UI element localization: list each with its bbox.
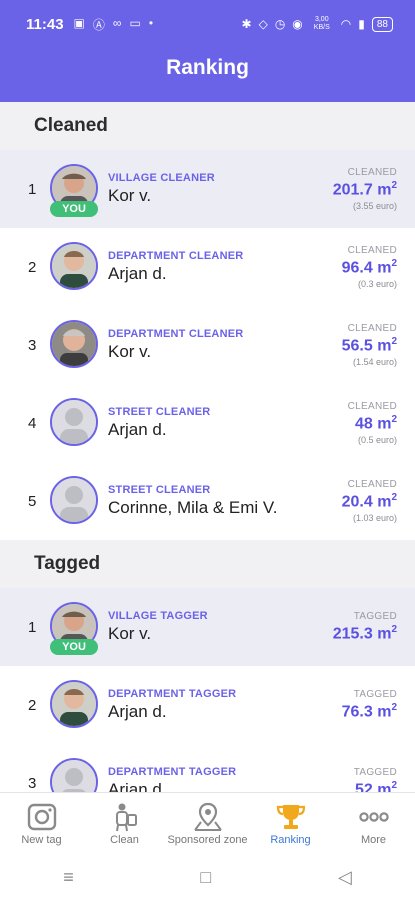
metric-label: TAGGED bbox=[353, 688, 397, 700]
metric-value: 20.4 m2 bbox=[341, 491, 397, 511]
bottom-tab-bar: New tag Clean Sponsored zone Ranking Mor… bbox=[0, 792, 415, 854]
rank-number: 2 bbox=[28, 258, 37, 276]
bluetooth-icon: ✱ bbox=[241, 17, 252, 31]
avatar bbox=[50, 758, 98, 792]
rank-number: 2 bbox=[28, 696, 37, 714]
metric-label: CLEANED bbox=[347, 478, 397, 490]
wifi-icon: ◠ bbox=[340, 17, 352, 31]
metric-euro: (0.3 euro) bbox=[357, 279, 397, 290]
rank-number: 5 bbox=[28, 492, 37, 510]
data-speed-icon: 3,00 KB/S bbox=[313, 16, 330, 31]
user-role: DEPARTMENT CLEANER bbox=[108, 328, 244, 340]
section-title-cleaned: Cleaned bbox=[0, 102, 415, 150]
tab-clean[interactable]: Clean bbox=[83, 793, 166, 854]
back-icon[interactable]: ◁ bbox=[338, 867, 352, 888]
you-badge: YOU bbox=[50, 639, 98, 655]
user-name: Arjan d. bbox=[108, 420, 167, 439]
user-role: STREET CLEANER bbox=[108, 484, 211, 496]
more-icon bbox=[358, 811, 389, 822]
metric-label: CLEANED bbox=[347, 322, 397, 334]
system-nav-bar: ≡ □ ◁ bbox=[0, 854, 415, 900]
monitor-icon: ▭ bbox=[129, 15, 141, 30]
metric-label: CLEANED bbox=[347, 166, 397, 178]
metric-label: CLEANED bbox=[347, 244, 397, 256]
tab-more[interactable]: More bbox=[332, 793, 415, 854]
rank-number: 1 bbox=[28, 180, 37, 198]
tab-new-tag[interactable]: New tag bbox=[0, 793, 83, 854]
signal-icon: ▮ bbox=[358, 17, 365, 31]
list-item[interactable]: 2 DEPARTMENT CLEANER Arjan d. CLEANED 96… bbox=[0, 228, 415, 306]
metric-label: TAGGED bbox=[353, 766, 397, 778]
user-name: Kor v. bbox=[108, 342, 152, 361]
metric-value: 76.3 m2 bbox=[341, 701, 397, 721]
battery-icon: 88 bbox=[371, 16, 393, 32]
metric-value: 201.7 m2 bbox=[332, 179, 397, 199]
user-role: DEPARTMENT TAGGER bbox=[108, 766, 237, 778]
ranking-list[interactable]: Cleaned 1 YOU VILLAGE CLEANER Kor v. CLE… bbox=[0, 102, 415, 792]
avatar bbox=[50, 242, 98, 290]
metric-value: 215.3 m2 bbox=[332, 623, 397, 643]
user-name: Corinne, Mila & Emi V. bbox=[108, 498, 278, 517]
metric-euro: (0.5 euro) bbox=[357, 435, 397, 446]
rank-number: 1 bbox=[28, 618, 37, 636]
avatar bbox=[50, 476, 98, 524]
home-icon[interactable]: □ bbox=[200, 867, 211, 888]
a-icon: Ⓐ bbox=[92, 17, 105, 32]
list-item[interactable]: 1 YOU VILLAGE TAGGER Kor v. TAGGED 215.3… bbox=[0, 588, 415, 666]
user-name: Kor v. bbox=[108, 624, 152, 643]
list-item[interactable]: 2 DEPARTMENT TAGGER Arjan d. TAGGED 76.3… bbox=[0, 666, 415, 744]
app-header: 11:43 ▣ Ⓐ ∞ ▭ • ✱ ◇ ◷ ◉ 3,00 KB/S ◠ ▮ 88… bbox=[0, 0, 415, 102]
cleaner-icon bbox=[115, 803, 137, 831]
user-role: DEPARTMENT CLEANER bbox=[108, 250, 244, 262]
user-role: STREET CLEANER bbox=[108, 406, 211, 418]
page-title: Ranking bbox=[166, 56, 249, 79]
alarm-icon: ◷ bbox=[274, 17, 286, 31]
trophy-icon bbox=[276, 804, 305, 829]
you-badge: YOU bbox=[50, 201, 98, 217]
tab-sponsored-zone[interactable]: Sponsored zone bbox=[166, 793, 249, 854]
section-title-tagged: Tagged bbox=[0, 540, 415, 588]
rank-number: 3 bbox=[28, 336, 37, 354]
tab-ranking[interactable]: Ranking bbox=[249, 793, 332, 854]
metric-euro: (1.03 euro) bbox=[352, 513, 397, 524]
list-item[interactable]: 5 STREET CLEANER Corinne, Mila & Emi V. … bbox=[0, 462, 415, 540]
list-item[interactable]: 4 STREET CLEANER Arjan d. CLEANED 48 m2 … bbox=[0, 384, 415, 462]
metric-value: 56.5 m2 bbox=[341, 335, 397, 355]
list-item[interactable]: 3 DEPARTMENT TAGGER Arjan d. TAGGED 52 m… bbox=[0, 744, 415, 792]
metric-label: TAGGED bbox=[353, 610, 397, 622]
vibrate-icon: ◇ bbox=[258, 17, 268, 31]
map-pin-icon bbox=[193, 802, 222, 831]
metric-euro: (3.55 euro) bbox=[352, 201, 397, 212]
rank-number: 3 bbox=[28, 774, 37, 792]
metric-label: CLEANED bbox=[347, 400, 397, 412]
infinity-icon: ∞ bbox=[112, 15, 122, 30]
location-icon: ◉ bbox=[292, 17, 303, 31]
status-time: 11:43 bbox=[26, 15, 64, 33]
recent-apps-icon[interactable]: ≡ bbox=[63, 867, 74, 888]
user-name: Arjan d. bbox=[108, 780, 167, 792]
user-name: Kor v. bbox=[108, 186, 152, 205]
message-icon: ▣ bbox=[73, 15, 85, 30]
user-role: VILLAGE CLEANER bbox=[108, 172, 215, 184]
user-name: Arjan d. bbox=[108, 264, 167, 283]
metric-value: 48 m2 bbox=[354, 413, 397, 433]
metric-value: 52 m2 bbox=[354, 779, 397, 792]
status-bar: 11:43 ▣ Ⓐ ∞ ▭ • ✱ ◇ ◷ ◉ 3,00 KB/S ◠ ▮ 88 bbox=[0, 0, 415, 48]
user-role: VILLAGE TAGGER bbox=[108, 610, 208, 622]
list-item[interactable]: 3 DEPARTMENT CLEANER Kor v. CLEANED 56.5… bbox=[0, 306, 415, 384]
avatar bbox=[50, 680, 98, 728]
camera-icon bbox=[27, 803, 56, 830]
avatar bbox=[50, 320, 98, 368]
list-item[interactable]: 1 YOU VILLAGE CLEANER Kor v. CLEANED 201… bbox=[0, 150, 415, 228]
avatar bbox=[50, 398, 98, 446]
user-name: Arjan d. bbox=[108, 702, 167, 721]
user-role: DEPARTMENT TAGGER bbox=[108, 688, 237, 700]
rank-number: 4 bbox=[28, 414, 37, 432]
metric-value: 96.4 m2 bbox=[341, 257, 397, 277]
metric-euro: (1.54 euro) bbox=[352, 357, 397, 368]
dot-icon: • bbox=[148, 15, 154, 30]
